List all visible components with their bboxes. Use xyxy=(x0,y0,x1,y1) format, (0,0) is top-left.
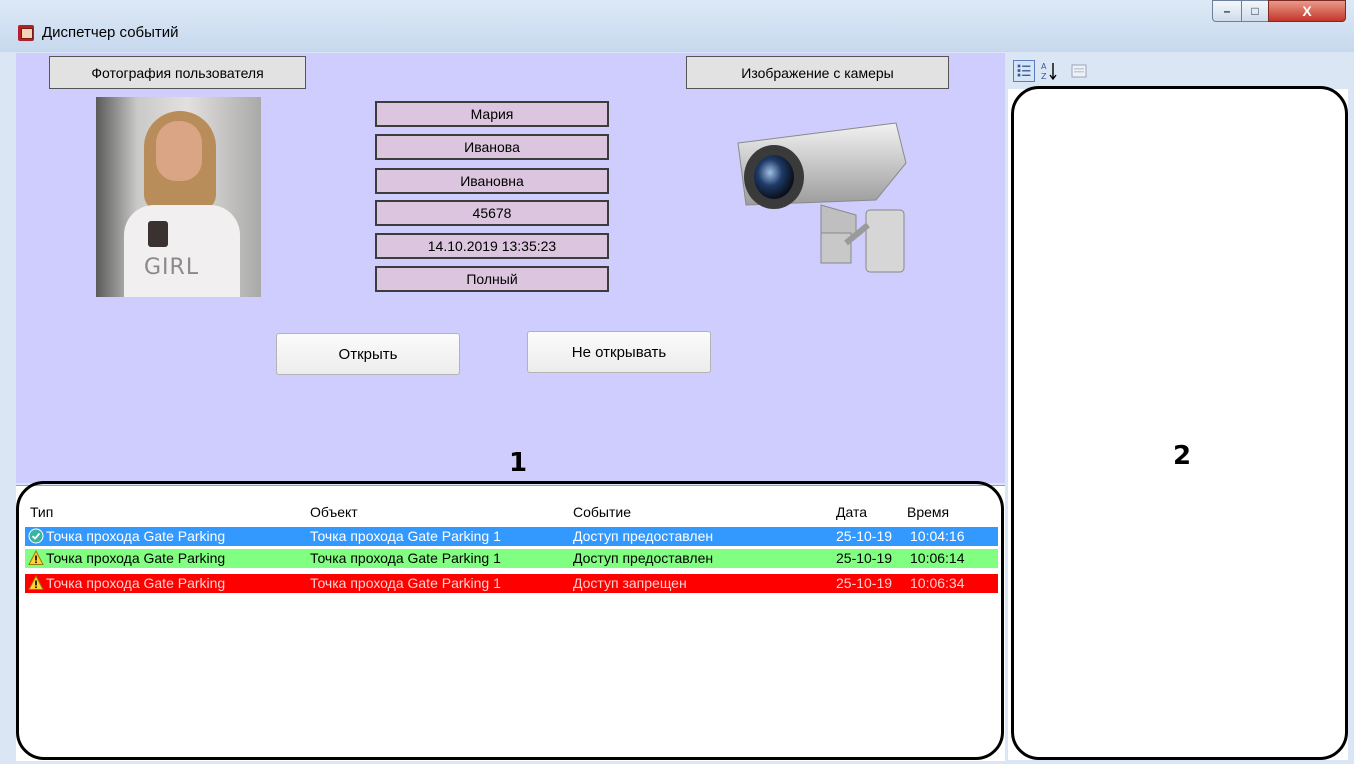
event-row-1[interactable]: Точка прохода Gate Parking Точка прохода… xyxy=(25,527,998,546)
access-level-field: Полный xyxy=(375,266,609,292)
row-event: Доступ предоставлен xyxy=(573,528,714,544)
user-info-panel: Фотография пользователя Изображение с ка… xyxy=(16,53,1005,483)
column-date[interactable]: Дата xyxy=(836,504,867,520)
row-date: 25-10-19 xyxy=(836,528,893,544)
alphabetical-sort-icon[interactable]: A Z xyxy=(1038,60,1060,82)
column-event[interactable]: Событие xyxy=(573,504,631,520)
row-object: Точка прохода Gate Parking 1 xyxy=(310,575,501,591)
datetime-field: 14.10.2019 13:35:23 xyxy=(375,233,609,259)
open-button[interactable]: Открыть xyxy=(276,333,460,375)
row-object: Точка прохода Gate Parking 1 xyxy=(310,528,501,544)
title-bar: Диспетчер событий – □ X xyxy=(0,0,1354,52)
card-number-field: 45678 xyxy=(375,200,609,226)
event-row-3[interactable]: Точка прохода Gate Parking Точка прохода… xyxy=(25,574,998,593)
close-button[interactable]: X xyxy=(1268,0,1346,22)
events-list[interactable]: Тип Объект Событие Дата Время Точка прох… xyxy=(16,485,1005,761)
row-event: Доступ запрещен xyxy=(573,575,687,591)
do-not-open-button[interactable]: Не открывать xyxy=(527,331,711,373)
svg-text:A: A xyxy=(1041,62,1047,71)
app-book-icon xyxy=(18,25,34,41)
row-type: Точка прохода Gate Parking xyxy=(46,575,226,591)
row-type: Точка прохода Gate Parking xyxy=(46,550,226,566)
row-time: 10:06:14 xyxy=(910,550,965,566)
close-icon: X xyxy=(1302,3,1312,19)
property-grid[interactable]: 2 xyxy=(1008,89,1348,760)
minimize-icon: – xyxy=(1223,4,1231,18)
warning-icon xyxy=(28,550,44,565)
photo-shirt-text: GIRL xyxy=(144,255,200,280)
last-name-field: Иванова xyxy=(375,134,609,160)
camera-icon xyxy=(737,122,907,273)
minimize-button[interactable]: – xyxy=(1212,0,1242,22)
row-date: 25-10-19 xyxy=(836,550,893,566)
column-time[interactable]: Время xyxy=(907,504,949,520)
row-time: 10:06:34 xyxy=(910,575,965,591)
check-icon xyxy=(28,528,44,544)
row-date: 25-10-19 xyxy=(836,575,893,591)
event-manager-window: Диспетчер событий – □ X Фотография польз… xyxy=(0,0,1354,764)
events-list-header: Тип Объект Событие Дата Время xyxy=(16,486,1005,524)
row-object: Точка прохода Gate Parking 1 xyxy=(310,550,501,566)
categorized-view-icon[interactable] xyxy=(1013,60,1035,82)
first-name-field: Мария xyxy=(375,101,609,127)
maximize-button[interactable]: □ xyxy=(1241,0,1269,22)
row-type: Точка прохода Gate Parking xyxy=(46,528,226,544)
property-pages-icon[interactable] xyxy=(1068,60,1090,82)
callout-number-1: 1 xyxy=(509,448,528,478)
properties-panel: A Z 2 xyxy=(1008,53,1348,760)
window-title: Диспетчер событий xyxy=(42,24,179,41)
properties-toolbar: A Z xyxy=(1008,53,1348,87)
user-photo: GIRL xyxy=(96,97,261,297)
middle-name-field: Ивановна xyxy=(375,168,609,194)
callout-number-2: 2 xyxy=(1173,441,1192,471)
column-object[interactable]: Объект xyxy=(310,504,358,520)
event-row-2[interactable]: Точка прохода Gate Parking Точка прохода… xyxy=(25,549,998,568)
column-type[interactable]: Тип xyxy=(30,504,53,520)
warning-icon xyxy=(28,575,44,590)
row-event: Доступ предоставлен xyxy=(573,550,714,566)
user-photo-label: Фотография пользователя xyxy=(49,56,306,89)
camera-image-label: Изображение с камеры xyxy=(686,56,949,89)
row-time: 10:04:16 xyxy=(910,528,965,544)
maximize-icon: □ xyxy=(1251,4,1259,18)
svg-text:Z: Z xyxy=(1041,72,1047,81)
